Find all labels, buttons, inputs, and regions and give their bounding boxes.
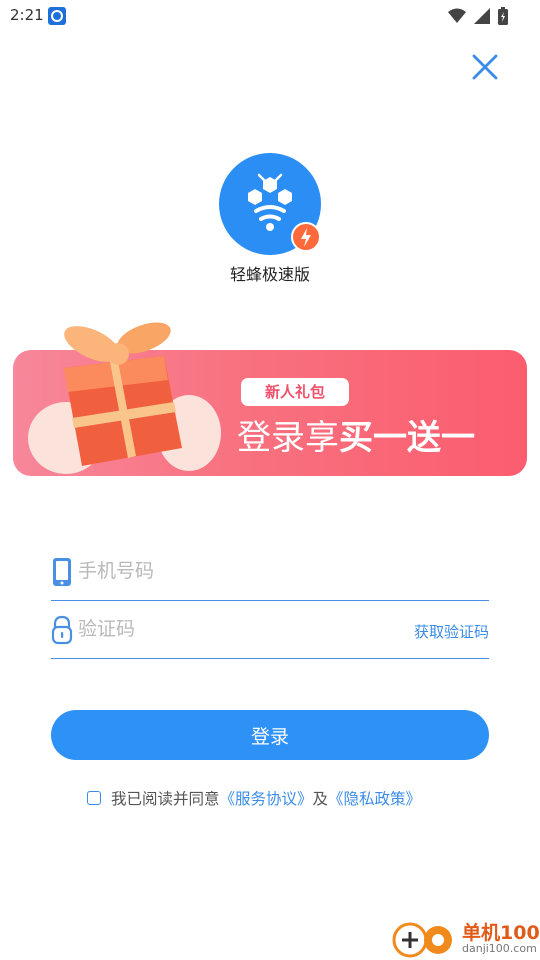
watermark-url: danji100.com: [462, 942, 537, 955]
logo-badge: [291, 222, 321, 252]
login-button[interactable]: 登录: [51, 710, 489, 760]
agreement-prefix: 我已阅读并同意: [111, 790, 220, 808]
watermark: 单机100网 danji100.com: [390, 916, 540, 960]
status-bar: 2:21: [0, 0, 540, 32]
agreement-row: 我已阅读并同意 《服务协议》 及 《隐私政策》: [87, 787, 421, 809]
verification-code-input[interactable]: [78, 611, 378, 647]
banner-headline: 登录享买一送一: [237, 410, 475, 459]
banner-tag: 新人礼包: [241, 378, 349, 406]
phone-input[interactable]: [78, 553, 378, 589]
get-code-button[interactable]: 获取验证码: [414, 621, 489, 642]
banner-headline-strong: 买一送一: [339, 418, 475, 458]
notification-app-icon: [48, 7, 66, 25]
close-icon: [472, 54, 498, 80]
watermark-title: 单机100网: [462, 922, 540, 944]
lock-icon: [51, 615, 73, 645]
status-icons: [448, 7, 508, 25]
status-time: 2:21: [10, 6, 44, 24]
gift-icon: [28, 322, 221, 474]
app-name: 轻蜂极速版: [229, 265, 310, 284]
close-button[interactable]: [468, 50, 502, 84]
privacy-policy-link[interactable]: 《隐私政策》: [328, 787, 421, 809]
wifi-icon: [448, 8, 466, 23]
watermark-logo-icon: [392, 922, 452, 958]
signal-icon: [474, 8, 490, 24]
agreement-checkbox[interactable]: [87, 791, 101, 805]
agreement-conjunction: 及: [312, 790, 329, 808]
service-agreement-link[interactable]: 《服务协议》: [220, 787, 313, 809]
verification-code-field: 获取验证码: [51, 601, 489, 659]
banner-headline-normal: 登录享: [237, 418, 339, 458]
battery-icon: [498, 7, 508, 25]
phone-icon: [53, 558, 71, 586]
phone-field: [51, 543, 489, 601]
